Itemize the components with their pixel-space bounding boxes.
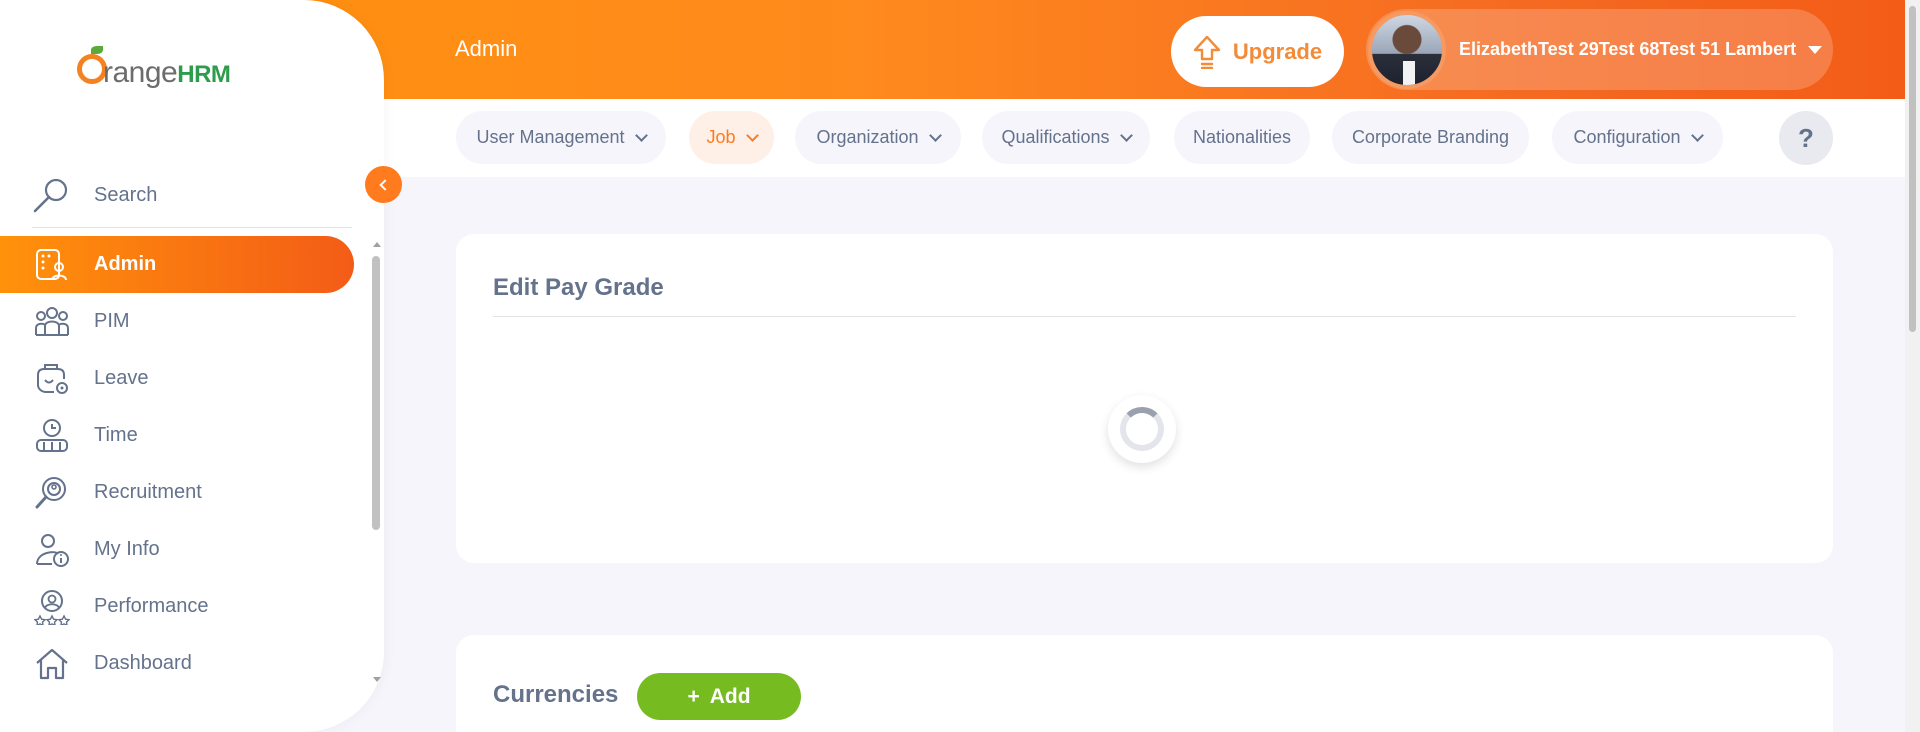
plus-icon: +: [687, 684, 700, 708]
tab-label: Organization: [816, 127, 919, 147]
tab-label: Configuration: [1573, 127, 1681, 147]
page-scrollbar-thumb[interactable]: [1909, 6, 1916, 332]
edit-pay-grade-card: Edit Pay Grade: [456, 234, 1833, 563]
spinner-icon: [1120, 407, 1164, 451]
sidebar-item-my-info[interactable]: My Info: [0, 521, 354, 578]
leave-icon: [37, 363, 68, 394]
sidebar-item-label: Performance: [94, 595, 209, 617]
sidebar-item-recruitment[interactable]: Recruitment: [0, 464, 354, 521]
tab-organization[interactable]: Organization: [795, 111, 961, 164]
sidebar-item-label: PIM: [94, 310, 130, 332]
upgrade-label: Upgrade: [1232, 38, 1323, 64]
user-name: ElizabethTest 29Test 68Test 51 Lambert: [1459, 39, 1797, 59]
sidebar-item-label: Recruitment: [94, 481, 202, 503]
chevron-left-icon: [379, 178, 391, 191]
tab-label: Job: [706, 127, 736, 147]
edit-pay-grade-title: Edit Pay Grade: [493, 274, 664, 301]
avatar: [1368, 10, 1446, 89]
divider: [32, 227, 352, 228]
sidebar-scrollbar[interactable]: [371, 236, 383, 688]
chevron-down-icon: [1119, 128, 1133, 142]
sidebar: rangeHRM Search Admin PIM Leave Time Rec…: [0, 0, 384, 732]
my-info-icon: [36, 533, 69, 567]
time-icon: [36, 418, 68, 452]
tab-configuration[interactable]: Configuration: [1552, 111, 1723, 164]
performance-icon: [34, 589, 70, 625]
divider: [493, 316, 1796, 317]
currencies-title: Currencies: [493, 681, 619, 708]
logo-text: range: [103, 56, 178, 89]
tab-label: Nationalities: [1192, 127, 1292, 147]
collapse-sidebar-button[interactable]: [365, 166, 402, 203]
tab-label: Corporate Branding: [1351, 127, 1510, 147]
tab-job[interactable]: Job: [689, 111, 774, 164]
sidebar-item-label: Dashboard: [94, 652, 192, 674]
scroll-down-icon[interactable]: [373, 677, 381, 682]
tab-label: User Management: [476, 127, 625, 147]
caret-down-icon: [1808, 45, 1823, 54]
currencies-card: Currencies + Add: [456, 635, 1833, 732]
tab-corporate-branding[interactable]: Corporate Branding: [1332, 111, 1529, 164]
admin-subnav: User Management Job Organization Qualifi…: [384, 99, 1905, 177]
sidebar-item-performance[interactable]: Performance: [0, 578, 354, 635]
upgrade-button[interactable]: Upgrade: [1171, 16, 1344, 87]
sidebar-search[interactable]: Search: [32, 165, 352, 225]
tab-nationalities[interactable]: Nationalities: [1174, 111, 1310, 164]
sidebar-item-dashboard[interactable]: Dashboard: [0, 635, 354, 692]
sidebar-item-label: My Info: [94, 538, 160, 560]
sidebar-item-leave[interactable]: Leave: [0, 350, 354, 407]
page-scrollbar[interactable]: [1905, 0, 1920, 732]
sidebar-item-pim[interactable]: PIM: [0, 293, 354, 350]
add-currency-button[interactable]: + Add: [637, 673, 801, 720]
search-icon: [33, 178, 68, 213]
sidebar-item-time[interactable]: Time: [0, 407, 354, 464]
chevron-down-icon: [634, 128, 648, 142]
tab-qualifications[interactable]: Qualifications: [982, 111, 1150, 164]
sidebar-item-label: Admin: [94, 253, 157, 275]
chevron-down-icon: [928, 128, 942, 142]
loading-spinner: [1108, 395, 1176, 463]
dashboard-icon: [36, 648, 68, 679]
upgrade-arrow-icon: [1193, 35, 1221, 69]
sidebar-scrollbar-thumb[interactable]: [372, 256, 380, 530]
chevron-down-icon: [1690, 128, 1704, 142]
recruitment-icon: [35, 476, 66, 508]
add-label: Add: [709, 684, 751, 708]
help-button[interactable]: ?: [1779, 111, 1833, 165]
orangehrm-logo[interactable]: rangeHRM: [73, 46, 248, 96]
sidebar-item-label: Leave: [94, 367, 149, 389]
sidebar-item-label: Time: [94, 424, 138, 446]
logo-hrm-text: HRM: [177, 61, 231, 88]
chevron-down-icon: [745, 128, 759, 142]
tab-user-management[interactable]: User Management: [456, 111, 666, 164]
admin-icon: [36, 248, 67, 280]
user-dropdown[interactable]: ElizabethTest 29Test 68Test 51 Lambert: [1366, 9, 1833, 90]
pim-icon: [35, 306, 69, 336]
page-title: Admin: [455, 36, 518, 61]
sidebar-menu: Admin PIM Leave Time Recruitment My Info…: [0, 236, 354, 692]
sidebar-item-admin[interactable]: Admin: [0, 236, 354, 293]
scroll-up-icon[interactable]: [373, 242, 381, 247]
search-label: Search: [94, 183, 158, 206]
tab-label: Qualifications: [1001, 127, 1110, 147]
